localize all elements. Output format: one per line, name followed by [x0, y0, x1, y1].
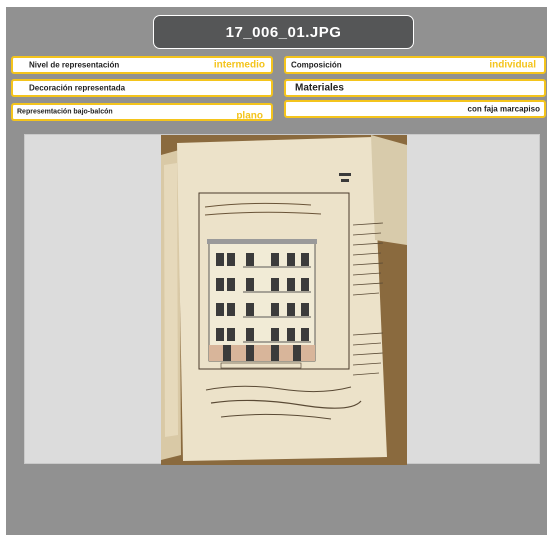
field-nivel-label: Nivel de representación [29, 60, 120, 70]
image-viewer [24, 134, 540, 465]
document-photo [161, 135, 407, 465]
field-extra-value: con faja marcapiso [467, 104, 540, 114]
field-composicion-label: Composición [291, 60, 342, 70]
field-composicion: Composición individual [284, 56, 546, 74]
field-decoracion-representada: Decoración representada [11, 79, 273, 97]
field-bajo-balcon-label: Represemtación bajo-balcón [17, 108, 113, 116]
field-materiales: Materiales [284, 79, 546, 97]
field-representacion-bajo-balcon: Represemtación bajo-balcón plano [11, 103, 273, 122]
file-title-text: 17_006_01.JPG [225, 23, 342, 41]
field-nivel-representacion: Nivel de representación intermedio [11, 56, 273, 74]
file-title: 17_006_01.JPG [153, 15, 414, 49]
field-composicion-value: individual [489, 59, 536, 71]
field-decoracion-label: Decoración representada [29, 83, 126, 93]
field-nivel-value: intermedio [213, 59, 265, 71]
field-bajo-balcon-value: plano [236, 110, 263, 122]
field-extra: con faja marcapiso [284, 100, 546, 118]
field-materiales-label: Materiales [295, 82, 344, 94]
